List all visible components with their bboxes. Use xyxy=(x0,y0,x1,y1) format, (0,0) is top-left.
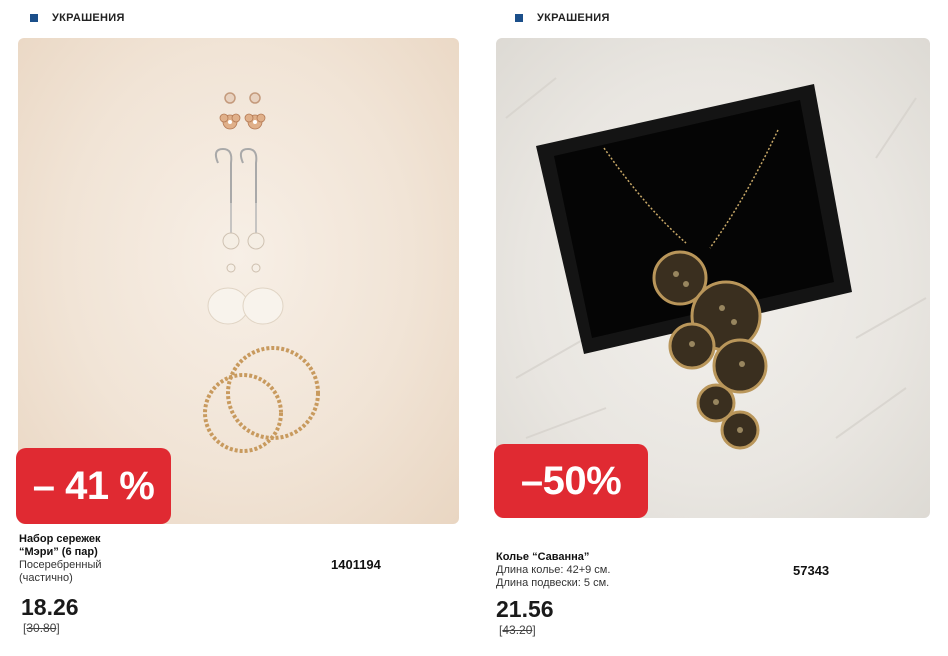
current-price: 21.56 xyxy=(496,596,554,622)
product-card-necklace[interactable]: УКРАШЕНИЯ –50% Колье “Саванна” Длина кол… xyxy=(478,0,948,656)
old-price-value: 30.80 xyxy=(26,621,57,635)
category-label: УКРАШЕНИЯ xyxy=(515,12,610,24)
old-price: [43.20] xyxy=(499,623,536,637)
category-bullet-icon xyxy=(30,14,38,22)
product-desc-line1: Посеребренный xyxy=(19,559,102,571)
category-text: УКРАШЕНИЯ xyxy=(537,12,610,24)
current-price: 18.26 xyxy=(21,594,79,620)
old-price-value: 43.20 xyxy=(502,623,533,637)
product-name-line1: Набор сережек xyxy=(19,533,101,545)
product-desc-line2: Длина подвески: 5 см. xyxy=(496,577,610,589)
product-name-line2: “Мэри” (6 пар) xyxy=(19,546,98,558)
category-text: УКРАШЕНИЯ xyxy=(52,12,125,24)
discount-badge: –50% xyxy=(494,444,648,518)
product-description: Набор сережек “Мэри” (6 пар) Посеребренн… xyxy=(19,533,102,585)
category-label: УКРАШЕНИЯ xyxy=(30,12,125,24)
product-desc-line1: Длина колье: 42+9 см. xyxy=(496,564,611,576)
category-bullet-icon xyxy=(515,14,523,22)
product-desc-line2: (частично) xyxy=(19,572,73,584)
product-description: Колье “Саванна” Длина колье: 42+9 см. Дл… xyxy=(496,551,610,590)
product-code: 57343 xyxy=(793,563,830,578)
discount-badge: – 41 % xyxy=(16,448,171,524)
product-card-earrings[interactable]: УКРАШЕНИЯ – 41 % Набор сережек “Мэри” (6… xyxy=(0,0,470,656)
product-name-line1: Колье “Саванна” xyxy=(496,551,590,563)
product-code: 1401194 xyxy=(331,557,381,572)
old-price: [30.80] xyxy=(23,621,60,635)
